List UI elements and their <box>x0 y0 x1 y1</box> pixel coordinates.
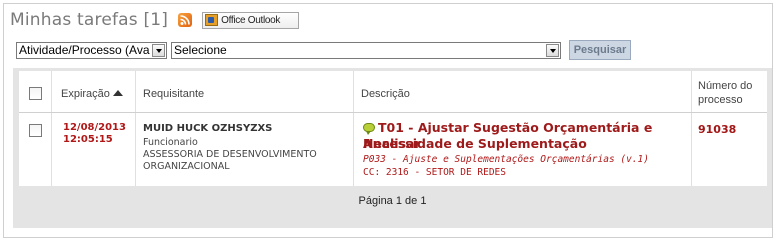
expiration-date: 12/08/2013 <box>63 122 126 133</box>
chevron-down-icon[interactable] <box>152 43 165 57</box>
rss-icon[interactable] <box>178 13 193 27</box>
expiration-header-label: Expiração <box>61 88 110 100</box>
pagination-text: Página 1 de 1 <box>358 195 427 207</box>
filter-row: Atividade/Processo (Ava Selecione Pesqui… <box>16 40 631 60</box>
office-outlook-button[interactable]: Office Outlook <box>202 11 300 29</box>
title-row: Minhas tarefas [1] Office Outlook <box>10 9 300 31</box>
requester-header[interactable]: Requisitante <box>143 88 204 100</box>
chevron-down-icon[interactable] <box>546 43 559 57</box>
outlook-icon <box>205 14 219 26</box>
tasks-table: Expiração Requisitante Descrição Número … <box>19 71 767 186</box>
requester-role: Funcionario <box>143 137 198 148</box>
page-title: Minhas tarefas [1] <box>10 10 169 30</box>
task-title-line2[interactable]: Necessidade de Suplementação <box>363 136 693 152</box>
comment-icon <box>363 123 375 135</box>
task-cost-center: CC: 2316 - SETOR DE REDES <box>363 167 506 178</box>
requester-department: ASSESSORIA DE DESENVOLVIMENTO <box>143 149 317 160</box>
process-number-header[interactable]: Número do <box>698 80 752 92</box>
office-outlook-label: Office Outlook <box>221 14 281 26</box>
activity-process-select[interactable]: Atividade/Processo (Ava <box>16 41 167 59</box>
tasks-grid: Expiração Requisitante Descrição Número … <box>13 68 772 228</box>
sort-ascending-icon[interactable] <box>110 88 123 100</box>
select-all-checkbox[interactable] <box>29 87 42 100</box>
expiration-header[interactable]: Expiração <box>61 88 123 100</box>
requester-department-line2: ORGANIZACIONAL <box>143 161 230 172</box>
expiration-time: 12:05:15 <box>63 134 113 145</box>
requester-name: MUID HUCK OZHSYZXS <box>143 123 273 134</box>
table-header: Expiração Requisitante Descrição Número … <box>19 71 767 113</box>
filter-value-select[interactable]: Selecione <box>171 41 561 59</box>
activity-process-value: Atividade/Processo (Ava <box>19 42 150 57</box>
task-process-subtitle: P033 - Ajuste e Suplementações Orçamentá… <box>363 154 649 165</box>
search-button[interactable]: Pesquisar <box>569 40 631 60</box>
process-number[interactable]: 91038 <box>698 123 736 136</box>
filter-value-text: Selecione <box>174 42 227 57</box>
row-checkbox[interactable] <box>29 124 42 137</box>
tasks-panel: Minhas tarefas [1] Office Outlook Ativid… <box>3 3 773 238</box>
process-number-header-line2: processo <box>698 94 743 106</box>
description-header[interactable]: Descrição <box>361 88 410 100</box>
